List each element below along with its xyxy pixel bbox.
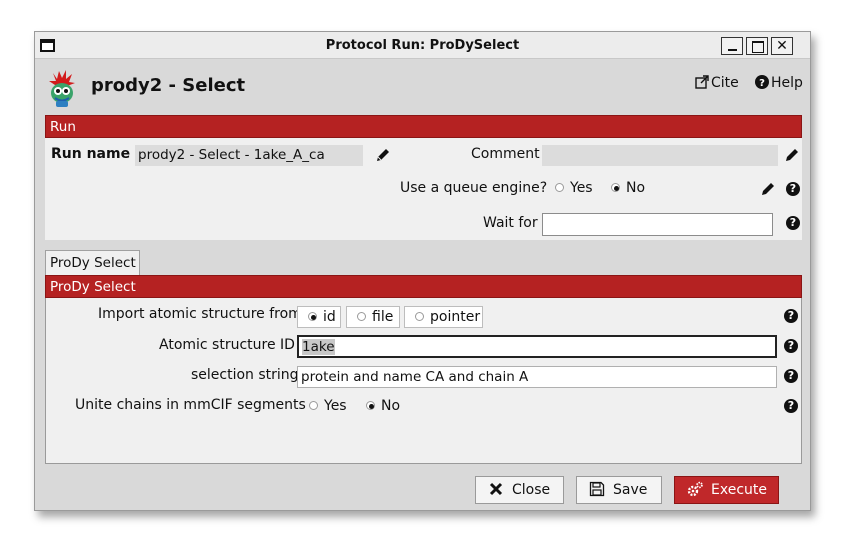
structure-id-input[interactable]: 1ake [297, 335, 777, 358]
protocol-window: Protocol Run: ProDySelect ✕ prody2 - Sel… [34, 31, 811, 511]
cite-label: Cite [711, 75, 739, 91]
save-button[interactable]: Save [576, 476, 662, 504]
structure-id-label: Atomic structure ID [159, 337, 295, 353]
import-help-icon[interactable]: ? [784, 309, 798, 323]
external-link-icon [695, 75, 709, 89]
close-x-icon [489, 482, 503, 496]
cite-link[interactable]: Cite [695, 75, 739, 91]
radio-on-icon [366, 401, 375, 410]
queue-engine-label: Use a queue engine? [400, 180, 548, 196]
run-section-header: Run [45, 115, 802, 138]
radio-off-icon [357, 312, 366, 321]
help-icon: ? [755, 75, 769, 89]
prody-select-section-header: ProDy Select [45, 275, 802, 298]
svg-text:?: ? [759, 78, 765, 89]
execute-button-label: Execute [711, 482, 767, 498]
close-button-label: Close [512, 482, 551, 498]
protocol-title: prody2 - Select [91, 75, 246, 96]
close-window-button[interactable]: ✕ [771, 37, 793, 55]
queue-settings-pencil-icon[interactable] [760, 181, 776, 197]
unite-yes-radio[interactable]: Yes [309, 398, 347, 414]
close-icon: ✕ [776, 38, 788, 54]
floppy-disk-icon [589, 481, 605, 497]
gears-icon [687, 481, 703, 497]
tab-prody-select[interactable]: ProDy Select [45, 250, 140, 275]
import-from-label: Import atomic structure from [98, 306, 302, 322]
unite-yes-label: Yes [324, 398, 347, 414]
queue-yes-radio[interactable]: Yes [555, 180, 593, 196]
import-file-label: file [372, 309, 394, 325]
prody-select-form-panel: Import atomic structure from id file poi… [45, 298, 802, 464]
queue-no-radio[interactable]: No [611, 180, 645, 196]
unite-help-icon[interactable]: ? [784, 399, 798, 413]
selection-string-label: selection string [191, 367, 299, 383]
radio-on-icon [308, 312, 317, 321]
queue-no-label: No [626, 180, 646, 196]
import-id-label: id [323, 309, 336, 325]
import-pointer-radio[interactable]: pointer [404, 306, 483, 328]
selection-string-input[interactable]: protein and name CA and chain A [297, 366, 777, 388]
radio-on-icon [611, 183, 620, 192]
radio-off-icon [555, 183, 564, 192]
execute-button[interactable]: Execute [674, 476, 779, 504]
window-title: Protocol Run: ProDySelect [325, 38, 520, 53]
import-id-radio[interactable]: id [297, 306, 341, 328]
maximize-button[interactable] [746, 37, 768, 55]
comment-field[interactable] [542, 145, 778, 166]
unite-no-radio[interactable]: No [366, 398, 400, 414]
queue-help-icon[interactable]: ? [786, 182, 800, 196]
selection-help-icon[interactable]: ? [784, 369, 798, 383]
protocol-header: prody2 - Select Cite ? Help [35, 60, 810, 115]
import-file-radio[interactable]: file [346, 306, 400, 328]
unite-no-label: No [381, 398, 401, 414]
queue-yes-label: Yes [570, 180, 593, 196]
help-link[interactable]: ? Help [755, 75, 803, 91]
unite-chains-label: Unite chains in mmCIF segments [75, 397, 306, 413]
help-label: Help [771, 75, 803, 91]
save-button-label: Save [613, 482, 648, 498]
edit-run-name-pencil-icon[interactable] [375, 147, 391, 163]
import-pointer-label: pointer [430, 309, 481, 325]
minimize-button[interactable] [721, 37, 743, 55]
structure-id-value: 1ake [302, 339, 335, 355]
close-button[interactable]: Close [475, 476, 564, 504]
radio-off-icon [309, 401, 318, 410]
comment-label: Comment [471, 146, 540, 162]
run-name-field[interactable]: prody2 - Select - 1ake_A_ca [135, 145, 363, 166]
title-bar: Protocol Run: ProDySelect ✕ [35, 32, 810, 59]
wait-for-help-icon[interactable]: ? [786, 216, 800, 230]
edit-comment-pencil-icon[interactable] [784, 147, 800, 163]
scipion-logo-icon [49, 70, 75, 107]
wait-for-field[interactable] [542, 213, 773, 236]
wait-for-label: Wait for [483, 215, 538, 231]
structure-id-help-icon[interactable]: ? [784, 339, 798, 353]
radio-off-icon [415, 312, 424, 321]
run-name-label: Run name [51, 146, 131, 162]
run-section-panel: Run name prody2 - Select - 1ake_A_ca Com… [45, 138, 802, 240]
